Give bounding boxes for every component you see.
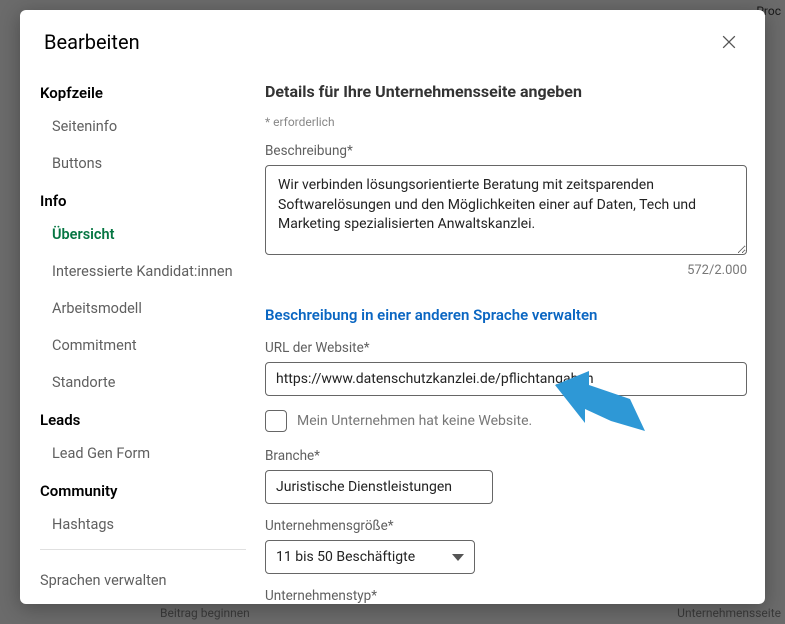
sidebar-item-hashtags[interactable]: Hashtags — [40, 506, 243, 543]
groesse-label: Unternehmensgröße* — [265, 518, 747, 534]
char-count: 572/2.000 — [265, 263, 747, 278]
sidebar-item-commitment[interactable]: Commitment — [40, 327, 243, 364]
no-website-checkbox[interactable] — [265, 410, 287, 432]
branche-value: Juristische Dienstleistungen — [276, 479, 452, 495]
sidebar-section-kopfzeile[interactable]: Kopfzeile — [40, 74, 243, 108]
sidebar-section-community[interactable]: Community — [40, 472, 243, 506]
edit-modal: Bearbeiten Kopfzeile Seiteninfo Buttons … — [20, 10, 765, 604]
sidebar: Kopfzeile Seiteninfo Buttons Info Übersi… — [20, 66, 247, 604]
content-title: Details für Ihre Unternehmensseite angeb… — [265, 82, 747, 101]
field-groesse: Unternehmensgröße* 11 bis 50 Beschäftigt… — [265, 518, 747, 574]
groesse-select[interactable]: 11 bis 50 Beschäftigte — [265, 540, 475, 574]
no-website-label: Mein Unternehmen hat keine Website. — [297, 413, 532, 429]
spacer — [40, 552, 243, 562]
sidebar-item-buttons[interactable]: Buttons — [40, 145, 243, 182]
branche-select[interactable]: Juristische Dienstleistungen — [265, 470, 493, 504]
sidebar-item-uebersicht[interactable]: Übersicht — [40, 216, 243, 253]
required-note: * erforderlich — [265, 115, 747, 129]
backdrop-text: Unternehmensseite — [677, 606, 781, 620]
branche-label: Branche* — [265, 448, 747, 464]
sidebar-section-leads[interactable]: Leads — [40, 401, 243, 435]
field-branche: Branche* Juristische Dienstleistungen — [265, 448, 747, 504]
sidebar-item-leadgen[interactable]: Lead Gen Form — [40, 435, 243, 472]
sidebar-item-standorte[interactable]: Standorte — [40, 364, 243, 401]
beschreibung-textarea[interactable] — [265, 165, 747, 255]
backdrop-text: Beitrag beginnen — [160, 606, 250, 620]
field-url: URL der Website* — [265, 340, 747, 396]
manage-language-link[interactable]: Beschreibung in einer anderen Sprache ve… — [265, 306, 597, 324]
content-panel: Details für Ihre Unternehmensseite angeb… — [247, 66, 765, 604]
no-website-row: Mein Unternehmen hat keine Website. — [265, 410, 747, 432]
close-icon — [719, 32, 739, 52]
sidebar-section-info[interactable]: Info — [40, 182, 243, 216]
sidebar-item-seiteninfo[interactable]: Seiteninfo — [40, 108, 243, 145]
close-button[interactable] — [713, 26, 745, 58]
caret-down-icon — [452, 554, 464, 561]
sidebar-item-arbeitsmodell[interactable]: Arbeitsmodell — [40, 290, 243, 327]
url-label: URL der Website* — [265, 340, 747, 356]
groesse-value: 11 bis 50 Beschäftigte — [276, 549, 415, 565]
modal-body: Kopfzeile Seiteninfo Buttons Info Übersi… — [20, 66, 765, 604]
beschreibung-label: Beschreibung* — [265, 143, 747, 159]
sidebar-item-sprachen[interactable]: Sprachen verwalten — [40, 562, 243, 599]
typ-label: Unternehmenstyp* — [265, 588, 747, 604]
sidebar-divider — [40, 549, 246, 550]
field-beschreibung: Beschreibung* 572/2.000 — [265, 143, 747, 278]
field-typ: Unternehmenstyp* Personengesellschaft — [265, 588, 747, 604]
url-input[interactable] — [265, 362, 747, 396]
modal-header: Bearbeiten — [20, 10, 765, 66]
modal-title: Bearbeiten — [44, 30, 140, 54]
sidebar-item-kandidaten[interactable]: Interessierte Kandidat:innen — [40, 253, 243, 290]
